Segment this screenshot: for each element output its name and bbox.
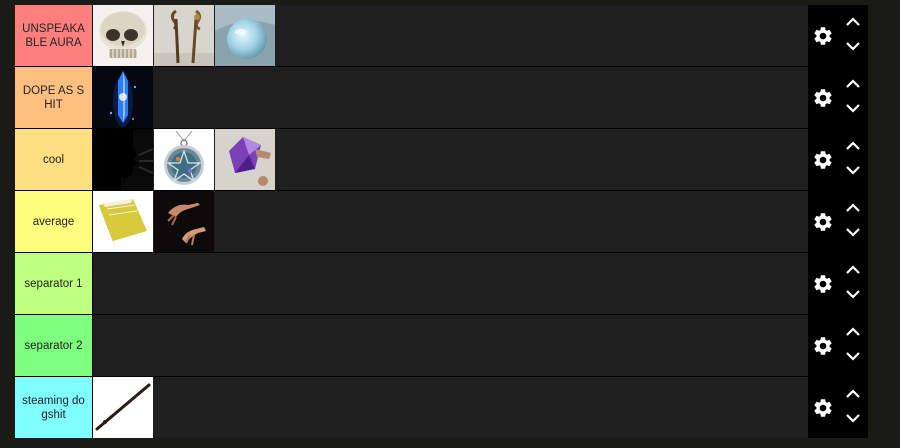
tier-row-3: average xyxy=(15,191,868,252)
tier-items-area[interactable] xyxy=(93,191,808,252)
dark-hands-image[interactable] xyxy=(154,191,214,252)
gear-icon[interactable] xyxy=(812,397,834,419)
tier-items-area[interactable] xyxy=(93,315,808,376)
tier-controls xyxy=(808,315,868,376)
chevron-up-icon[interactable] xyxy=(845,201,861,215)
tier-row-4: separator 1 xyxy=(15,253,868,314)
tier-controls xyxy=(808,129,868,190)
tier-items-area[interactable] xyxy=(93,5,808,66)
silhouette-shout-image[interactable] xyxy=(93,129,153,190)
tier-controls xyxy=(808,377,868,438)
tier-row-6: steaming dogshit xyxy=(15,377,868,438)
chevron-down-icon[interactable] xyxy=(845,287,861,301)
chevron-down-icon[interactable] xyxy=(845,225,861,239)
crystal-ball-image[interactable] xyxy=(215,5,275,66)
tier-label[interactable]: separator 2 xyxy=(15,315,92,376)
tier-controls xyxy=(808,5,868,66)
tier-controls xyxy=(808,253,868,314)
tier-controls xyxy=(808,191,868,252)
tier-row-0: UNSPEAKABLE AURA xyxy=(15,5,868,66)
chevron-up-icon[interactable] xyxy=(845,387,861,401)
chevron-down-icon[interactable] xyxy=(845,411,861,425)
tier-label[interactable]: UNSPEAKABLE AURA xyxy=(15,5,92,66)
gear-icon[interactable] xyxy=(812,335,834,357)
tier-items-area[interactable] xyxy=(93,129,808,190)
chevron-down-icon[interactable] xyxy=(845,163,861,177)
yellow-book-image[interactable] xyxy=(93,191,153,252)
tier-controls xyxy=(808,67,868,128)
tier-label[interactable]: separator 1 xyxy=(15,253,92,314)
gear-icon[interactable] xyxy=(812,273,834,295)
gear-icon[interactable] xyxy=(812,87,834,109)
tier-label[interactable]: steaming dogshit xyxy=(15,377,92,438)
tier-list-board: UNSPEAKABLE AURA DOPE AS SHIT cool avera… xyxy=(15,5,868,438)
glowing-blue-crystal-image[interactable] xyxy=(93,67,153,128)
tier-label[interactable]: DOPE AS SHIT xyxy=(15,67,92,128)
chevron-up-icon[interactable] xyxy=(845,263,861,277)
amethyst-crystal-image[interactable] xyxy=(215,129,275,190)
pentacle-pendant-image[interactable] xyxy=(154,129,214,190)
tier-row-5: separator 2 xyxy=(15,315,868,376)
skull-image[interactable] xyxy=(93,5,153,66)
chevron-down-icon[interactable] xyxy=(845,101,861,115)
tier-row-2: cool xyxy=(15,129,868,190)
chevron-up-icon[interactable] xyxy=(845,77,861,91)
wooden-staffs-image[interactable] xyxy=(154,5,214,66)
chevron-down-icon[interactable] xyxy=(845,349,861,363)
gear-icon[interactable] xyxy=(812,25,834,47)
chevron-up-icon[interactable] xyxy=(845,15,861,29)
tier-label[interactable]: cool xyxy=(15,129,92,190)
tier-row-1: DOPE AS SHIT xyxy=(15,67,868,128)
tier-items-area[interactable] xyxy=(93,377,808,438)
chevron-down-icon[interactable] xyxy=(845,39,861,53)
tier-items-area[interactable] xyxy=(93,67,808,128)
gear-icon[interactable] xyxy=(812,211,834,233)
gear-icon[interactable] xyxy=(812,149,834,171)
tier-items-area[interactable] xyxy=(93,253,808,314)
tier-label[interactable]: average xyxy=(15,191,92,252)
chevron-up-icon[interactable] xyxy=(845,139,861,153)
chevron-up-icon[interactable] xyxy=(845,325,861,339)
wand-image[interactable] xyxy=(93,377,153,438)
